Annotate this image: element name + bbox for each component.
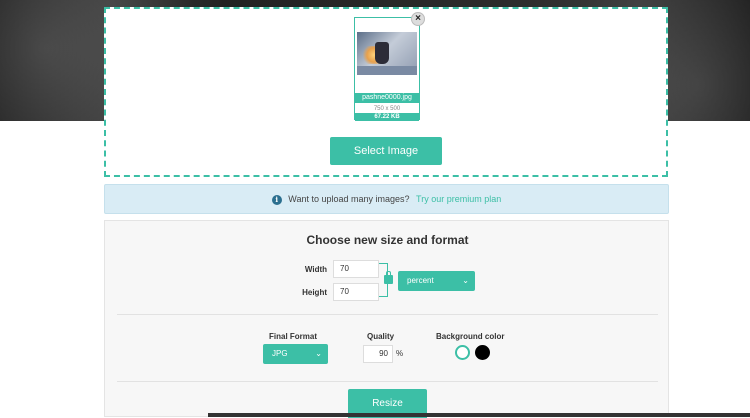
uploaded-image-card: pashne0000.jpg 750 x 500 67.22 KB [354,17,420,121]
lock-icon[interactable] [384,271,393,284]
bottom-strip [208,413,750,417]
image-dimensions: 750 x 500 [373,106,401,112]
width-input[interactable]: 70 [333,260,379,278]
unit-select-value: percent [407,276,434,285]
chevron-down-icon: ⌄ [462,276,469,285]
chevron-down-icon: ⌄ [315,349,322,358]
premium-plan-link[interactable]: Try our premium plan [416,194,501,204]
select-image-button[interactable]: Select Image [330,137,442,165]
image-thumbnail [357,32,417,75]
close-icon[interactable]: × [411,12,425,26]
white-swatch[interactable] [455,345,470,360]
info-text: Want to upload many images? [288,194,410,204]
final-format-label: Final Format [269,332,318,341]
width-label: Width [304,265,327,274]
height-input[interactable]: 70 [333,283,379,301]
upload-dropzone[interactable]: pashne0000.jpg 750 x 500 67.22 KB × Sele… [104,7,668,177]
unit-select[interactable]: percent ⌄ [398,271,475,291]
file-size: 67.22 KB [355,113,419,121]
black-swatch[interactable] [475,345,490,360]
info-icon: i [271,194,282,205]
divider [117,381,658,382]
format-select[interactable]: JPG ⌄ [263,344,328,364]
quality-label: Quality [367,332,395,341]
format-select-value: JPG [272,349,288,358]
resize-options-panel: Choose new size and format Width 70 Heig… [104,220,669,418]
panel-title: Choose new size and format [306,233,469,247]
file-name: pashne0000.jpg [355,93,419,103]
height-label: Height [302,288,327,297]
background-color-label: Background color [436,332,505,341]
divider [117,314,658,315]
quality-unit: % [396,349,404,358]
quality-input[interactable]: 90 [363,345,393,363]
premium-info-bar: i Want to upload many images? Try our pr… [104,184,669,214]
